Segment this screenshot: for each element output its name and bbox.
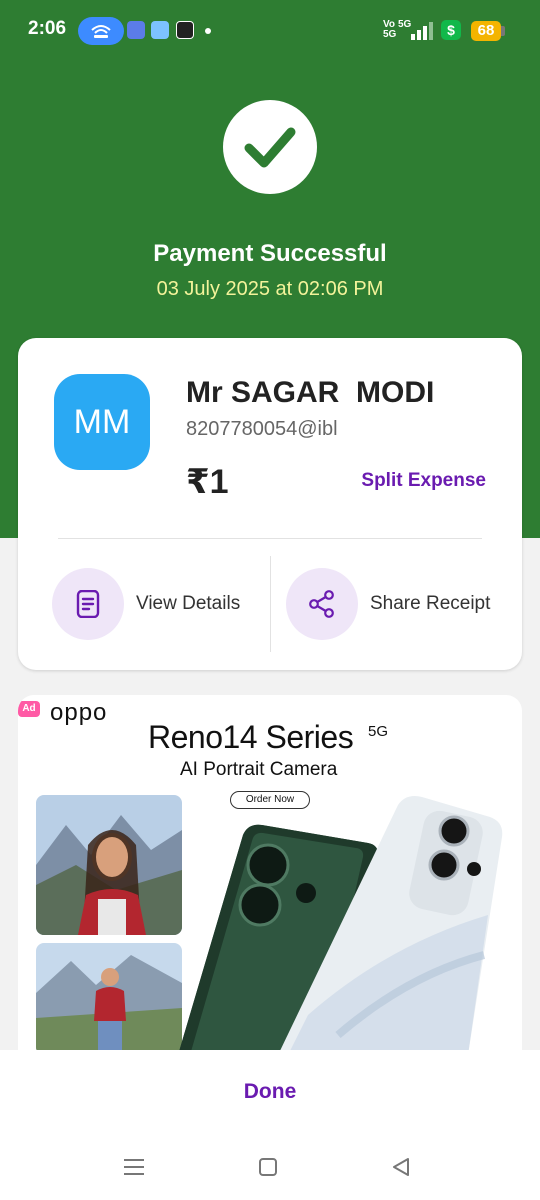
- app-notification-icon: [176, 21, 194, 39]
- ad-badge: Ad: [18, 701, 40, 717]
- status-bar: 2:06 Vo 5G 5G $ 68: [0, 0, 540, 62]
- share-receipt-label: Share Receipt: [370, 593, 491, 614]
- battery-cap: [501, 26, 505, 36]
- hotspot-icon: [78, 17, 124, 45]
- bottom-bar: Done: [0, 1050, 540, 1200]
- weather-icon: [151, 21, 169, 39]
- avatar: MM: [54, 374, 150, 470]
- card-divider: [58, 538, 482, 539]
- back-icon[interactable]: [392, 1158, 410, 1176]
- payment-amount: ₹1: [186, 463, 229, 501]
- more-notifications-icon: [205, 28, 211, 34]
- status-time: 2:06: [28, 18, 67, 39]
- home-icon[interactable]: [259, 1158, 277, 1176]
- payment-app-icon: $: [441, 20, 461, 40]
- view-details-button[interactable]: View Details: [52, 568, 262, 640]
- share-icon: [286, 568, 358, 640]
- battery-icon: 68: [471, 21, 501, 41]
- ad-portrait-photo: [36, 795, 182, 935]
- recipient-name: Mr SAGAR MODI: [186, 376, 435, 409]
- network-type-label: 5G: [398, 19, 412, 30]
- ad-title-5g: 5G: [368, 723, 389, 740]
- ad-phone-image: [178, 796, 503, 1055]
- share-receipt-button[interactable]: Share Receipt: [286, 568, 506, 640]
- ad-portrait-photo-2: [36, 943, 182, 1055]
- signal-icon: [411, 22, 433, 40]
- advertisement-banner[interactable]: Ad oppo Reno14 Series 5G AI Portrait Cam…: [18, 695, 522, 1055]
- payment-status-title: Payment Successful: [153, 240, 387, 267]
- recipient-upi-id: 8207780054@ibl: [186, 418, 338, 440]
- actions-divider: [270, 556, 271, 652]
- ad-brand-logo: oppo: [50, 699, 108, 726]
- document-icon: [52, 568, 124, 640]
- split-expense-link[interactable]: Split Expense: [361, 470, 486, 492]
- recent-apps-icon[interactable]: [124, 1158, 144, 1176]
- view-details-label: View Details: [136, 593, 241, 614]
- ad-title: Reno14 Series: [148, 719, 354, 755]
- volte-icon: Vo 5G: [383, 19, 397, 40]
- done-button[interactable]: Done: [0, 1080, 540, 1104]
- ad-subtitle: AI Portrait Camera: [180, 759, 338, 780]
- payment-datetime: 03 July 2025 at 02:06 PM: [156, 278, 384, 300]
- payment-details-card: MM Mr SAGAR MODI 8207780054@ibl ₹1 Split…: [18, 338, 522, 670]
- success-check-icon: [223, 100, 317, 194]
- android-icon: [127, 21, 145, 39]
